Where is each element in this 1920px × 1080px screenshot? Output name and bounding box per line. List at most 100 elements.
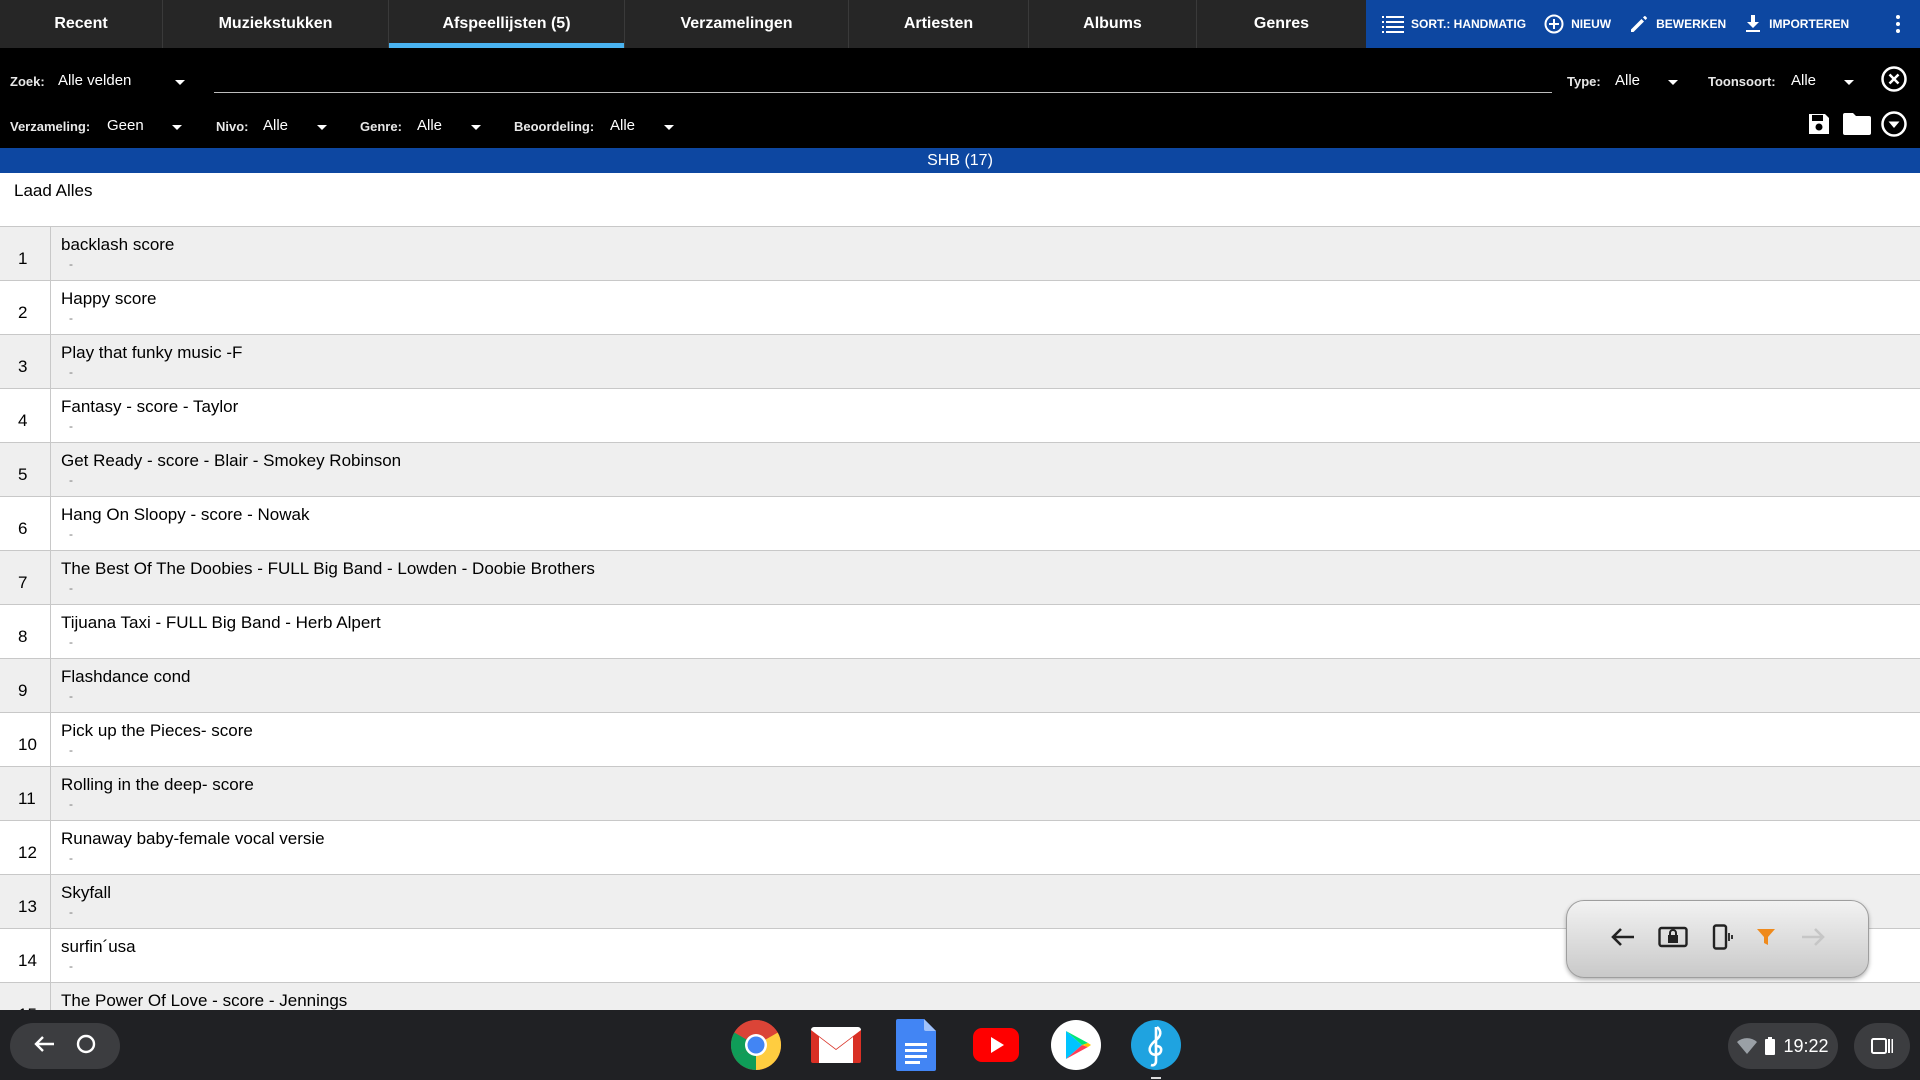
sort-button[interactable]: SORT.: HANDMATIG xyxy=(1382,15,1526,33)
youtube-icon[interactable] xyxy=(970,1019,1022,1071)
list-item[interactable]: 6 Hang On Sloopy - score - Nowak - xyxy=(0,497,1920,551)
import-button[interactable]: IMPORTEREN xyxy=(1744,14,1849,34)
key-dropdown-icon[interactable] xyxy=(1844,80,1854,85)
load-all-button[interactable]: Laad Alles xyxy=(0,173,1920,227)
list-item[interactable]: 5 Get Ready - score - Blair - Smokey Robi… xyxy=(0,443,1920,497)
list-item[interactable]: 4 Fantasy - score - Taylor - xyxy=(0,389,1920,443)
item-body: The Power Of Love - score - Jennings- xyxy=(51,983,347,1010)
item-subtitle: - xyxy=(69,581,73,595)
more-options-icon[interactable] xyxy=(1896,15,1900,33)
item-body: Play that funky music -F - xyxy=(51,335,242,388)
item-number: 14 xyxy=(0,929,51,982)
item-subtitle: - xyxy=(69,257,73,271)
tab-verzamelingen[interactable]: Verzamelingen xyxy=(625,0,849,48)
item-title: Pick up the Pieces- score xyxy=(61,721,253,740)
genre-label: Genre: xyxy=(360,119,402,134)
download-icon xyxy=(1746,15,1761,32)
tab-recent[interactable]: Recent xyxy=(0,0,163,48)
genre-dropdown-icon[interactable] xyxy=(471,125,481,130)
item-body: The Best Of The Doobies - FULL Big Band … xyxy=(51,551,595,604)
level-dropdown-icon[interactable] xyxy=(317,125,327,130)
tab-genres[interactable]: Genres xyxy=(1197,0,1366,48)
device-vibrate-icon[interactable] xyxy=(1711,923,1733,955)
genre-select[interactable]: Alle xyxy=(417,117,442,134)
rating-label: Beoordeling: xyxy=(514,119,595,134)
item-body: Hang On Sloopy - score - Nowak - xyxy=(51,497,310,550)
filter-funnel-icon[interactable] xyxy=(1755,926,1777,953)
list-item[interactable]: 10 Pick up the Pieces- score - xyxy=(0,713,1920,767)
play-store-icon[interactable] xyxy=(1050,1019,1102,1071)
rating-dropdown-icon[interactable] xyxy=(664,125,674,130)
level-select[interactable]: Alle xyxy=(263,117,288,134)
item-title: Fantasy - score - Taylor xyxy=(61,397,239,416)
overview-icon[interactable] xyxy=(1854,1023,1910,1069)
system-back-icon[interactable] xyxy=(33,1034,56,1059)
item-title: The Best Of The Doobies - FULL Big Band … xyxy=(61,559,595,578)
docs-icon[interactable] xyxy=(890,1019,942,1071)
type-select[interactable]: Alle xyxy=(1615,72,1640,89)
list-item[interactable]: 11 Rolling in the deep- score - xyxy=(0,767,1920,821)
item-title: Tijuana Taxi - FULL Big Band - Herb Alpe… xyxy=(61,613,381,632)
tab-albums[interactable]: Albums xyxy=(1029,0,1197,48)
back-arrow-icon[interactable] xyxy=(1610,926,1636,953)
collection-select[interactable]: Geen xyxy=(107,117,144,134)
item-title: Runaway baby-female vocal versie xyxy=(61,829,325,848)
gmail-icon[interactable] xyxy=(810,1019,862,1071)
score-list: Laad Alles 1 backlash score - 2 Happy score -… xyxy=(0,173,1920,1010)
list-item[interactable]: 9 Flashdance cond - xyxy=(0,659,1920,713)
item-number: 5 xyxy=(0,443,51,496)
launcher-home-icon[interactable] xyxy=(75,1033,97,1060)
list-item[interactable]: 2 Happy score - xyxy=(0,281,1920,335)
pencil-icon xyxy=(1631,16,1648,32)
item-number: 3 xyxy=(0,335,51,388)
filter-panel: Zoek: Alle velden Type: Alle Toonsoort: … xyxy=(0,48,1920,148)
screen-lock-icon[interactable] xyxy=(1658,926,1688,953)
search-field-dropdown-icon[interactable] xyxy=(175,80,185,85)
item-body: backlash score - xyxy=(51,227,174,280)
key-select[interactable]: Alle xyxy=(1791,72,1816,89)
musicreader-icon[interactable] xyxy=(1130,1019,1182,1079)
list-item[interactable]: 8 Tijuana Taxi - FULL Big Band - Herb Alp… xyxy=(0,605,1920,659)
edit-button[interactable]: BEWERKEN xyxy=(1629,14,1726,34)
folder-icon[interactable] xyxy=(1842,111,1872,137)
item-subtitle: - xyxy=(69,743,73,757)
list-item[interactable]: 15The Power Of Love - score - Jennings- xyxy=(0,983,1920,1010)
item-number: 13 xyxy=(0,875,51,928)
rating-select[interactable]: Alle xyxy=(610,117,635,134)
chrome-icon[interactable] xyxy=(730,1019,782,1071)
type-dropdown-icon[interactable] xyxy=(1668,80,1678,85)
list-item[interactable]: 7 The Best Of The Doobies - FULL Big Band… xyxy=(0,551,1920,605)
search-input[interactable] xyxy=(214,92,1552,93)
clear-search-icon[interactable] xyxy=(1880,65,1908,93)
sort-label: SORT.: HANDMATIG xyxy=(1411,17,1527,31)
add-circle-icon xyxy=(1544,14,1564,34)
forward-arrow-icon[interactable] xyxy=(1800,926,1826,953)
item-subtitle: - xyxy=(69,959,73,973)
save-filter-icon[interactable] xyxy=(1806,111,1832,137)
item-number: 7 xyxy=(0,551,51,604)
new-button[interactable]: NIEUW xyxy=(1544,14,1611,34)
type-label: Type: xyxy=(1567,74,1601,89)
tab-artiesten[interactable]: Artiesten xyxy=(849,0,1029,48)
item-title: The Power Of Love - score - Jennings xyxy=(61,991,348,1010)
expand-filters-icon[interactable] xyxy=(1880,110,1908,138)
import-label: IMPORTEREN xyxy=(1769,17,1850,31)
item-number: 9 xyxy=(0,659,51,712)
pinned-apps xyxy=(730,1010,1182,1080)
item-subtitle: - xyxy=(69,527,73,541)
key-label: Toonsoort: xyxy=(1708,74,1776,89)
search-field-select[interactable]: Alle velden xyxy=(58,72,131,89)
item-body: Get Ready - score - Blair - Smokey Robin… xyxy=(51,443,401,496)
item-number: 10 xyxy=(0,713,51,766)
status-tray[interactable]: 19:22 xyxy=(1728,1023,1838,1069)
tab-afspeellijsten[interactable]: Afspeellijsten (5) xyxy=(389,0,625,48)
collection-dropdown-icon[interactable] xyxy=(172,125,182,130)
item-number: 8 xyxy=(0,605,51,658)
list-item[interactable]: 1 backlash score - xyxy=(0,227,1920,281)
item-number: 11 xyxy=(0,767,51,820)
tab-muziekstukken[interactable]: Muziekstukken xyxy=(163,0,389,48)
list-item[interactable]: 12 Runaway baby-female vocal versie - xyxy=(0,821,1920,875)
edit-label: BEWERKEN xyxy=(1656,17,1727,31)
list-item[interactable]: 3 Play that funky music -F - xyxy=(0,335,1920,389)
item-title: Play that funky music -F xyxy=(61,343,243,362)
